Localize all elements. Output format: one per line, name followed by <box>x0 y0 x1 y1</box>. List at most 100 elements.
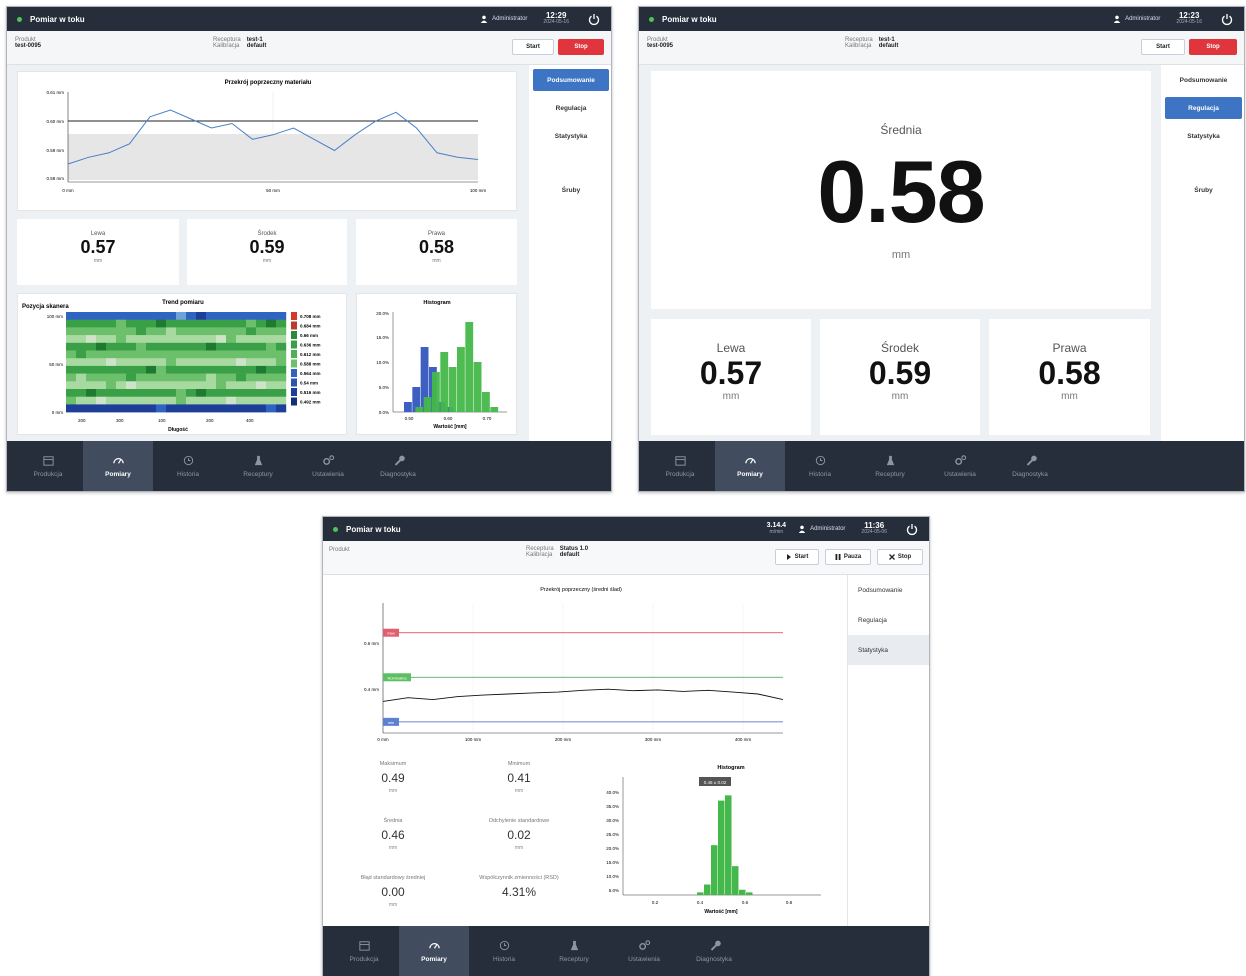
heatmap-cell <box>236 396 247 405</box>
heatmap-cell <box>86 327 97 336</box>
heatmap-cell <box>76 342 87 351</box>
heatmap-cell <box>86 358 97 367</box>
heatmap-cell <box>86 404 97 413</box>
power-icon[interactable] <box>1220 12 1234 26</box>
heatmap-cell <box>266 327 277 336</box>
heatmap-cell <box>266 373 277 382</box>
heatmap-cell <box>116 358 127 367</box>
nav-diagnostics[interactable]: Diagnostyka <box>995 441 1065 491</box>
heatmap-cell <box>276 358 287 367</box>
tab-summary[interactable]: Podsumowanie <box>1165 69 1242 91</box>
heatmap-cell <box>226 396 237 405</box>
nav-history[interactable]: Historia <box>785 441 855 491</box>
heatmap-cell <box>106 365 117 374</box>
gears-icon <box>322 455 334 465</box>
heatmap-cell <box>86 373 97 382</box>
user-menu[interactable]: Administrator <box>798 525 845 533</box>
hist-bar <box>746 892 753 895</box>
heatmap-cell <box>196 358 207 367</box>
tab-summary[interactable]: Podsumowanie <box>848 575 929 605</box>
nav-history[interactable]: Historia <box>153 441 223 491</box>
heatmap-cell <box>276 319 287 328</box>
nav-diagnostics[interactable]: Diagnostyka <box>363 441 433 491</box>
heatmap-cell <box>66 404 77 413</box>
heatmap-cell <box>126 342 137 351</box>
heatmap-cell <box>166 327 177 336</box>
user-menu[interactable]: Administrator <box>1113 15 1160 23</box>
heatmap-cell <box>126 381 137 390</box>
heatmap-cell <box>116 373 127 382</box>
tab-regulation[interactable]: Regulacja <box>533 97 609 119</box>
nav-settings[interactable]: Ustawienia <box>925 441 995 491</box>
tab-summary[interactable]: Podsumowanie <box>533 69 609 91</box>
heatmap-cell <box>156 373 167 382</box>
nav-production[interactable]: Produkcja <box>329 926 399 976</box>
stop-button[interactable]: Stop <box>1189 39 1237 55</box>
heatmap-cell <box>76 396 87 405</box>
nav-diagnostics[interactable]: Diagnostyka <box>679 926 749 976</box>
tab-screws[interactable]: Śruby <box>1165 179 1242 201</box>
hist-bar <box>404 402 412 412</box>
heatmap-cell <box>156 342 167 351</box>
tab-regulation[interactable]: Regulacja <box>848 605 929 635</box>
heatmap-cell <box>206 342 217 351</box>
start-button[interactable]: Start <box>775 549 819 565</box>
tab-screws[interactable]: Śruby <box>533 179 609 201</box>
nav-measurements[interactable]: Pomiary <box>399 926 469 976</box>
svg-text:20.0%: 20.0% <box>376 311 389 316</box>
nav-production[interactable]: Produkcja <box>645 441 715 491</box>
heatmap-cell <box>136 389 147 397</box>
heatmap-cell <box>166 365 177 374</box>
nav-settings[interactable]: Ustawienia <box>293 441 363 491</box>
stat-max: Maksimum 0.49 mm <box>379 761 407 794</box>
title-bar: Pomiar w toku Administrator 12:23 2024-05… <box>639 7 1244 31</box>
start-button[interactable]: Start <box>512 39 554 55</box>
heatmap-cell <box>216 396 227 405</box>
stat-min: Minimum 0.41 mm <box>507 761 531 794</box>
stop-button[interactable]: Stop <box>877 549 923 565</box>
heatmap-cell <box>216 389 227 397</box>
stop-button[interactable]: Stop <box>558 39 604 55</box>
heatmap-cell <box>276 365 287 374</box>
svg-text:0.0%: 0.0% <box>379 410 389 415</box>
tab-statistics[interactable]: Statystyka <box>533 125 609 147</box>
heatmap-cell <box>246 342 257 351</box>
nav-recipes[interactable]: Receptury <box>223 441 293 491</box>
heatmap-cell <box>96 319 107 328</box>
nav-history[interactable]: Historia <box>469 926 539 976</box>
info-bar: Produkt Receptura Status 1.0 Kalibracja de… <box>323 541 929 575</box>
y-tick: 50 mm <box>49 362 63 367</box>
power-icon[interactable] <box>905 522 919 536</box>
play-icon <box>786 554 791 560</box>
start-button[interactable]: Start <box>1141 39 1185 55</box>
pause-button[interactable]: Pauza <box>825 549 871 565</box>
nav-measurements[interactable]: Pomiary <box>83 441 153 491</box>
heatmap-cell <box>186 312 197 320</box>
heatmap-cell <box>216 373 227 382</box>
bottom-nav: Produkcja Pomiary Historia Receptury Ust… <box>7 441 611 491</box>
trend-svg: Pozycja skanera Trend pomiaru 100 mm 50 … <box>22 300 321 433</box>
user-menu[interactable]: Administrator <box>480 15 527 23</box>
heatmap-cell <box>256 389 267 397</box>
nav-recipes[interactable]: Receptury <box>855 441 925 491</box>
tab-regulation[interactable]: Regulacja <box>1165 97 1242 119</box>
svg-text:35.0%: 35.0% <box>606 804 619 809</box>
heatmap-cell <box>96 365 107 374</box>
heatmap-cell <box>266 381 277 390</box>
power-icon[interactable] <box>587 12 601 26</box>
heatmap-cell <box>196 350 207 359</box>
heatmap-cell <box>136 312 147 320</box>
tab-statistics[interactable]: Statystyka <box>848 635 929 665</box>
heatmap-cell <box>186 342 197 351</box>
heatmap-cell <box>276 396 287 405</box>
nav-measurements[interactable]: Pomiary <box>715 441 785 491</box>
y-tick: 0 mm <box>52 410 64 415</box>
nav-recipes[interactable]: Receptury <box>539 926 609 976</box>
flask-icon <box>254 455 262 466</box>
heatmap-cell <box>216 404 227 413</box>
nav-settings[interactable]: Ustawienia <box>609 926 679 976</box>
tab-statistics[interactable]: Statystyka <box>1165 125 1242 147</box>
heatmap-cell <box>166 335 177 344</box>
nav-production[interactable]: Produkcja <box>13 441 83 491</box>
card-right: Prawa 0.58 mm <box>989 319 1150 435</box>
